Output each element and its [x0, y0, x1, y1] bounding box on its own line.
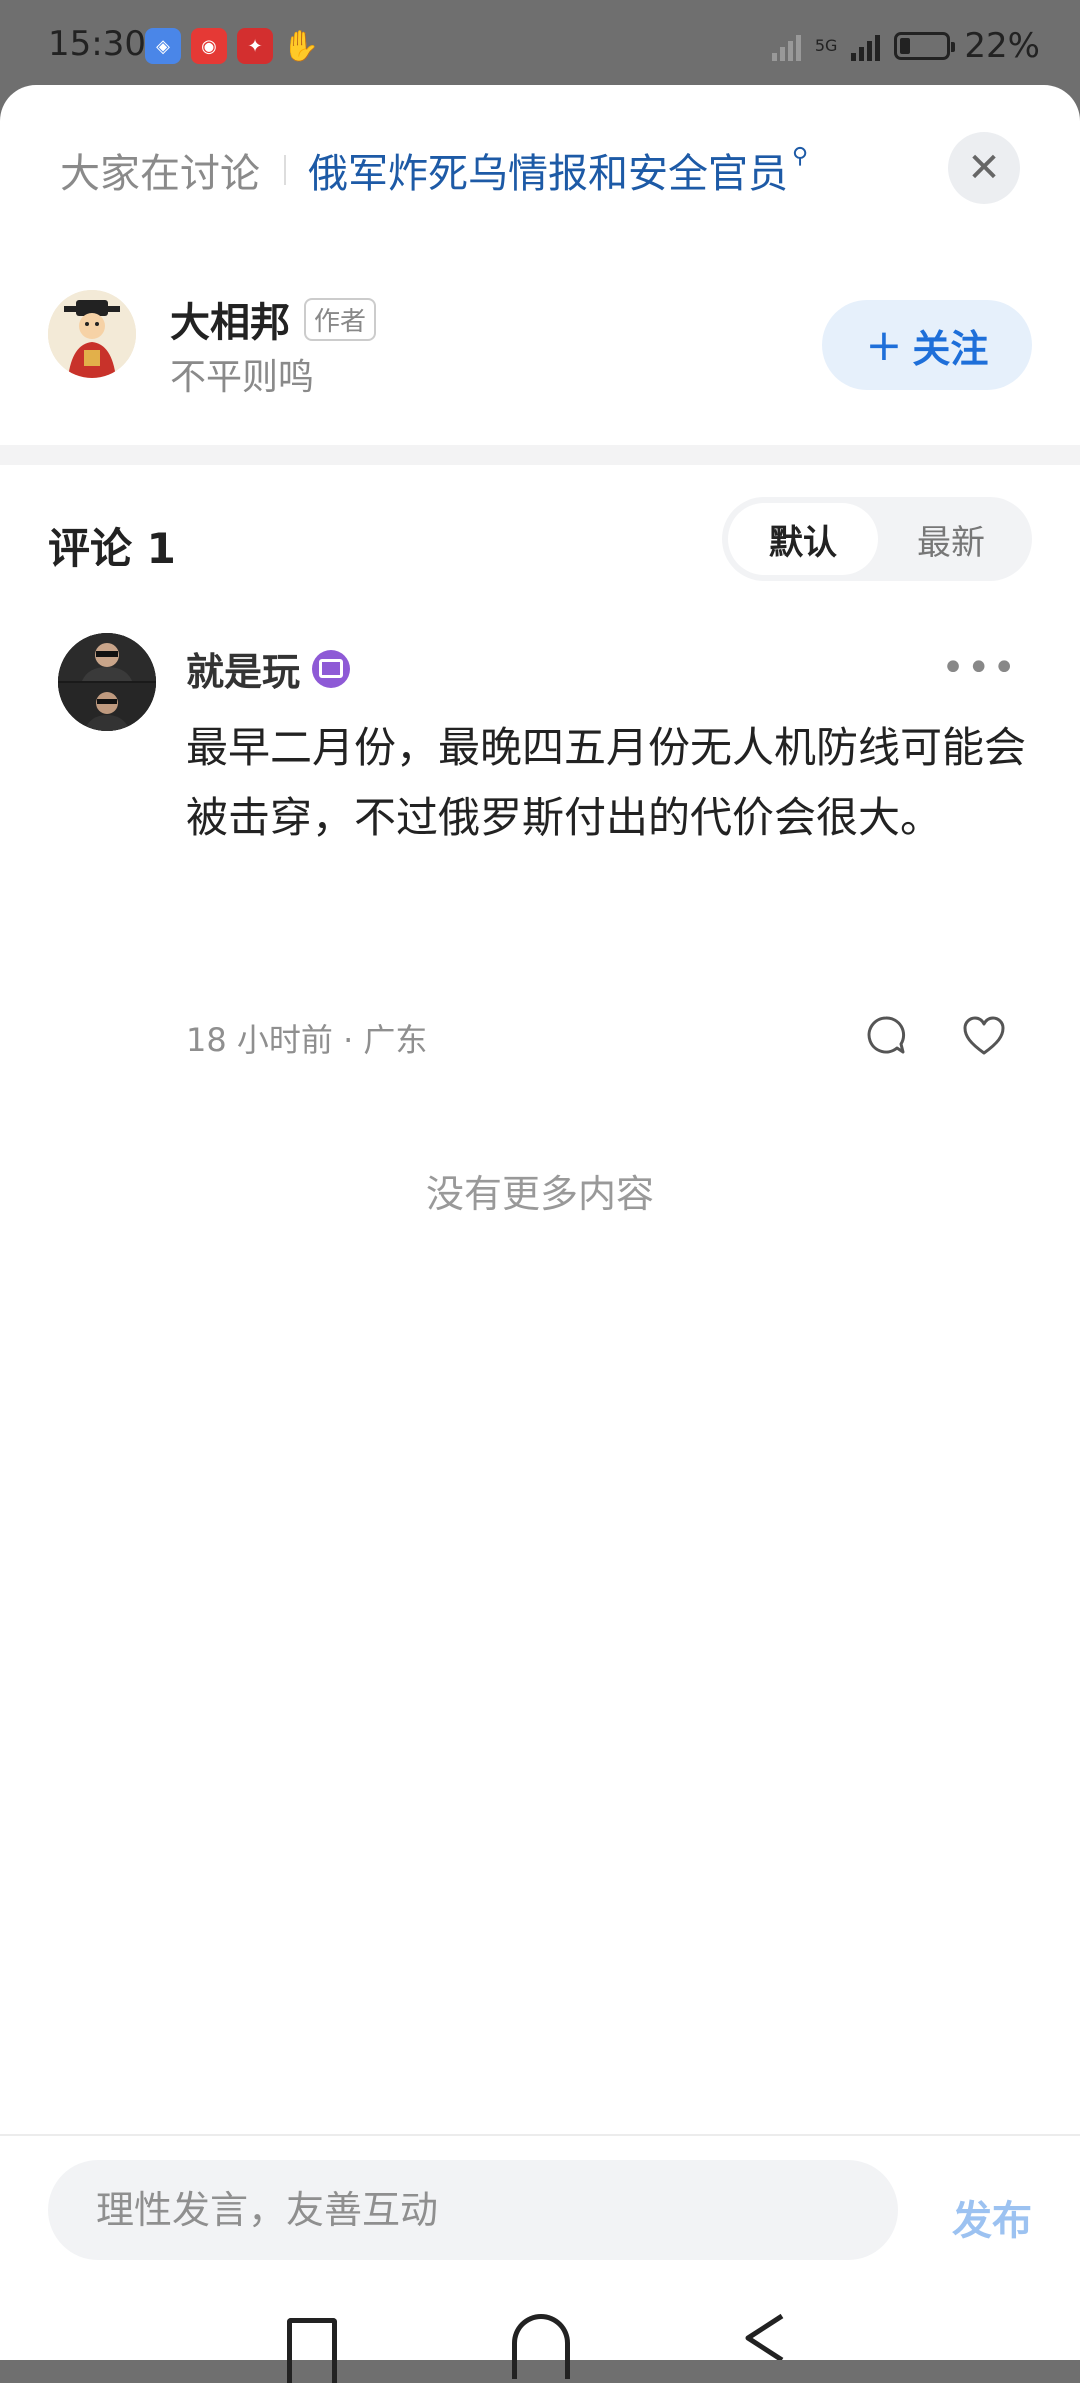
topic-link[interactable]: 俄军炸死乌情报和安全官员: [308, 141, 788, 199]
comments-count-title: 评论 1: [48, 524, 176, 573]
publish-button[interactable]: 发布: [952, 2188, 1032, 2246]
more-icon[interactable]: •••: [941, 645, 1018, 691]
section-divider: [0, 445, 1080, 465]
topic-divider: [284, 155, 286, 185]
status-time: 15:30: [48, 24, 146, 64]
author-name[interactable]: 大相邦: [170, 290, 290, 348]
comment-input[interactable]: [48, 2160, 898, 2260]
sort-latest-tab[interactable]: 最新: [876, 503, 1026, 575]
comments-sheet: 大家在讨论 俄军炸死乌情报和安全官员 ⚲ ✕ 大相邦 作者 不平则鸣 + 关注 …: [0, 85, 1080, 2360]
author-subtitle: 不平则鸣: [170, 357, 315, 398]
commenter-info: 就是玩: [186, 641, 351, 696]
battery-level: 22%: [964, 26, 1040, 66]
author-card: 大相邦 作者 不平则鸣 + 关注: [48, 290, 1032, 398]
status-right: 5G 22%: [771, 26, 1040, 66]
commenter-avatar[interactable]: [58, 633, 156, 731]
home-icon[interactable]: [512, 2314, 570, 2379]
recent-apps-icon[interactable]: [287, 2318, 337, 2383]
sort-default-tab[interactable]: 默认: [728, 503, 878, 575]
status-bar: 15:30 ◈ ◉ ✦ ✋ 5G 22%: [0, 0, 1080, 95]
close-button[interactable]: ✕: [948, 132, 1020, 204]
signal-strength-icon: [851, 31, 881, 61]
comment-bubble-icon[interactable]: [866, 1015, 906, 1055]
commenter-name[interactable]: 就是玩: [186, 641, 300, 696]
follow-label: 关注: [912, 326, 989, 371]
plus-icon: +: [865, 319, 903, 371]
author-avatar[interactable]: [48, 290, 136, 378]
input-divider: [0, 2134, 1080, 2136]
app-notification-icon: ◈: [145, 28, 181, 64]
back-icon[interactable]: [742, 2312, 788, 2363]
heart-icon[interactable]: [962, 1015, 1006, 1057]
news-app-icon: ✦: [237, 28, 273, 64]
sort-toggle: 默认 最新: [722, 497, 1032, 581]
end-of-list-text: 没有更多内容: [425, 1172, 654, 1216]
follow-button[interactable]: + 关注: [822, 300, 1032, 390]
topic-label: 大家在讨论: [60, 151, 260, 197]
signal-icon: [771, 31, 801, 61]
search-icon: ⚲: [792, 143, 809, 169]
battery-icon: [894, 32, 956, 60]
comment-meta: 18 小时前 · 广东: [186, 1021, 428, 1059]
close-icon: ✕: [967, 145, 1001, 191]
author-badge: 作者: [304, 297, 377, 341]
comment-text: 最早二月份，最晚四五月份无人机防线可能会被击穿，不过俄罗斯付出的代价会很大。: [186, 723, 1027, 842]
hand-icon: ✋: [282, 28, 320, 64]
user-level-badge-icon: [312, 649, 351, 688]
music-app-icon: ◉: [191, 28, 227, 64]
comment-input-container: [48, 2160, 898, 2260]
author-name-row: 大相邦 作者: [170, 290, 377, 348]
network-type: 5G: [814, 36, 838, 55]
notification-icons: ◈ ◉ ✦ ✋: [145, 28, 320, 64]
topic-header: 大家在讨论 俄军炸死乌情报和安全官员 ⚲: [60, 140, 1040, 200]
